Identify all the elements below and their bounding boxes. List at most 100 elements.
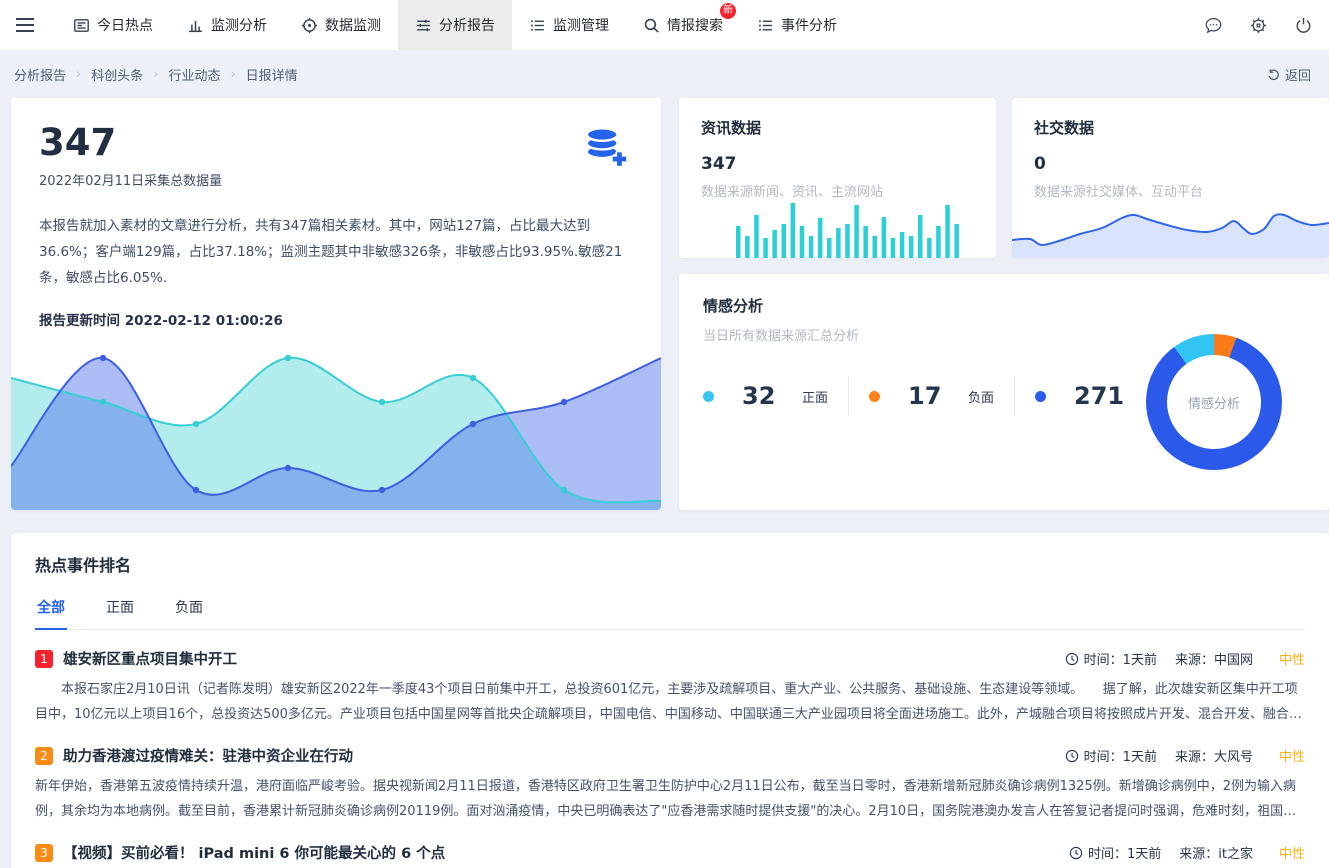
message-icon[interactable] — [1204, 16, 1223, 35]
time-value: 1天前 — [1123, 746, 1157, 765]
source-value: 大风号 — [1214, 750, 1253, 765]
nav-item-intel-search[interactable]: 情报搜索 新 — [626, 0, 740, 50]
main-content: 347 2022年02月11日采集总数据量 本报告就加入素材的文章进行分析，共有… — [0, 98, 1329, 868]
rank-badge: 3 — [35, 844, 53, 862]
nav-item-label: 今日热点 — [97, 15, 153, 35]
breadcrumb-item[interactable]: 分析报告 — [14, 65, 66, 84]
nav-item-data-monitor[interactable]: 数据监测 — [284, 0, 398, 50]
nav-item-analysis-report[interactable]: 分析报告 — [398, 0, 512, 50]
event-title[interactable]: 助力香港渡过疫情难关：驻港中资企业在行动 — [63, 745, 353, 766]
negative-label: 负面 — [968, 387, 994, 406]
breadcrumb-item[interactable]: 行业动态 — [168, 65, 220, 84]
list-item: 2 助力香港渡过疫情难关：驻港中资企业在行动 时间：1天前 来源：大风号 中性 … — [35, 745, 1305, 824]
rank-badge: 1 — [35, 650, 53, 668]
search-icon — [643, 17, 660, 34]
nav-item-monitor-analysis[interactable]: 监测分析 — [170, 0, 284, 50]
hot-events-card: 热点事件排名 全部 正面 负面 1 雄安新区重点项目集中开工 时间：1天前 来源… — [11, 533, 1329, 868]
event-meta: 时间：1天前 来源：大风号 中性 — [1065, 746, 1305, 765]
breadcrumb: 分析报告 › 科创头条 › 行业动态 › 日报详情 返回 — [0, 50, 1329, 98]
update-value: 2022-02-12 01:00:26 — [125, 313, 283, 329]
positive-dot-icon — [703, 391, 714, 402]
sentiment-tag: 中性 — [1279, 649, 1305, 668]
report-icon — [415, 17, 432, 34]
nav-item-event-analysis[interactable]: 事件分析 — [740, 0, 854, 50]
sentiment-stats: 32 正面 17 负面 271 中性 — [703, 376, 1216, 416]
stat-positive: 32 正面 — [703, 376, 849, 416]
new-badge: 新 — [720, 3, 736, 19]
news-card-value: 347 — [701, 154, 974, 174]
source-label: 来源： — [1175, 750, 1214, 765]
sentiment-card: 情感分析 当日所有数据来源汇总分析 32 正面 17 负面 — [679, 274, 1329, 510]
neutral-dot-icon — [1035, 391, 1046, 402]
chevron-right-icon: › — [153, 67, 158, 82]
top-navbar: 今日热点 监测分析 数据监测 分析报告 监测管理 情报搜索 新 事件分析 — [0, 0, 1329, 50]
sentiment-tag: 中性 — [1279, 843, 1305, 862]
time-label: 时间： — [1084, 649, 1123, 668]
news-card-title: 资讯数据 — [701, 117, 974, 138]
source-label: 来源： — [1179, 847, 1218, 862]
gear-icon[interactable] — [1249, 16, 1268, 35]
donut-center-label: 情感分析 — [1167, 355, 1261, 449]
chevron-right-icon: › — [76, 67, 81, 82]
hot-events-title: 热点事件排名 — [35, 552, 1305, 576]
return-icon — [1267, 68, 1280, 81]
time-label: 时间： — [1084, 746, 1123, 765]
nav-item-label: 分析报告 — [439, 15, 495, 35]
source-value: 中国网 — [1214, 653, 1253, 668]
event-meta: 时间：1天前 来源：it之家 中性 — [1069, 843, 1305, 862]
tab-positive[interactable]: 正面 — [104, 591, 136, 630]
tab-all[interactable]: 全部 — [35, 591, 67, 630]
time-value: 1天前 — [1123, 649, 1157, 668]
tab-negative[interactable]: 负面 — [173, 591, 205, 630]
negative-count: 17 — [908, 382, 942, 410]
news-bar-chart — [679, 201, 996, 258]
breadcrumb-item-current: 日报详情 — [246, 65, 298, 84]
list-icon — [529, 17, 546, 34]
list-icon — [757, 17, 774, 34]
positive-label: 正面 — [802, 387, 828, 406]
nav-item-monitor-manage[interactable]: 监测管理 — [512, 0, 626, 50]
main-nav: 今日热点 监测分析 数据监测 分析报告 监测管理 情报搜索 新 事件分析 — [56, 0, 854, 50]
clock-icon — [1065, 749, 1079, 763]
social-data-card: 社交数据 0 数据来源社交媒体、互动平台 — [1012, 98, 1329, 258]
report-update-time: 报告更新时间 2022-02-12 01:00:26 — [39, 309, 633, 329]
total-count-subtitle: 2022年02月11日采集总数据量 — [39, 170, 633, 189]
power-icon[interactable] — [1294, 16, 1313, 35]
event-summary: 本报石家庄2月10日讯（记者陈发明）雄安新区2022年一季度43个项目日前集中开… — [35, 677, 1305, 727]
back-label: 返回 — [1285, 65, 1311, 84]
summary-area-chart — [11, 338, 661, 510]
social-card-title: 社交数据 — [1034, 117, 1307, 138]
event-title[interactable]: 【视频】买前必看！ iPad mini 6 你可能最关心的 6 个点 — [63, 842, 445, 863]
nav-item-label: 监测管理 — [553, 15, 609, 35]
sentiment-tag: 中性 — [1279, 746, 1305, 765]
menu-toggle-icon[interactable] — [8, 0, 42, 50]
event-summary: 新年伊始，香港第五波疫情持续升温，港府面临严峻考验。据央视新闻2月11日报道，香… — [35, 774, 1305, 824]
event-meta: 时间：1天前 来源：中国网 中性 — [1065, 649, 1305, 668]
clock-icon — [1065, 652, 1079, 666]
social-line-chart — [1012, 188, 1329, 258]
sentiment-title: 情感分析 — [703, 295, 1305, 316]
list-item: 1 雄安新区重点项目集中开工 时间：1天前 来源：中国网 中性 本报石家庄2月1… — [35, 648, 1305, 727]
bar-chart-icon — [187, 17, 204, 34]
clock-icon — [1069, 846, 1083, 860]
total-count: 347 — [39, 122, 633, 165]
breadcrumb-item[interactable]: 科创头条 — [91, 65, 143, 84]
target-icon — [301, 17, 318, 34]
hot-events-tabs: 全部 正面 负面 — [35, 591, 1305, 630]
event-title[interactable]: 雄安新区重点项目集中开工 — [63, 648, 237, 669]
neutral-count: 271 — [1074, 382, 1124, 410]
chevron-right-icon: › — [230, 67, 235, 82]
news-card-subtitle: 数据来源新闻、资讯、主流网站 — [701, 181, 974, 200]
nav-item-label: 事件分析 — [781, 15, 837, 35]
list-item: 3 【视频】买前必看！ iPad mini 6 你可能最关心的 6 个点 时间：… — [35, 842, 1305, 868]
back-button[interactable]: 返回 — [1267, 65, 1311, 84]
nav-item-hot-today[interactable]: 今日热点 — [56, 0, 170, 50]
summary-description: 本报告就加入素材的文章进行分析，共有347篇相关素材。其中，网站127篇，占比最… — [39, 213, 635, 291]
time-label: 时间： — [1088, 843, 1127, 862]
top-actions — [1204, 16, 1329, 35]
source-label: 来源： — [1175, 653, 1214, 668]
nav-item-label: 监测分析 — [211, 15, 267, 35]
database-add-icon — [581, 124, 631, 172]
sentiment-donut-chart: 情感分析 — [1146, 334, 1282, 470]
rank-badge: 2 — [35, 747, 53, 765]
